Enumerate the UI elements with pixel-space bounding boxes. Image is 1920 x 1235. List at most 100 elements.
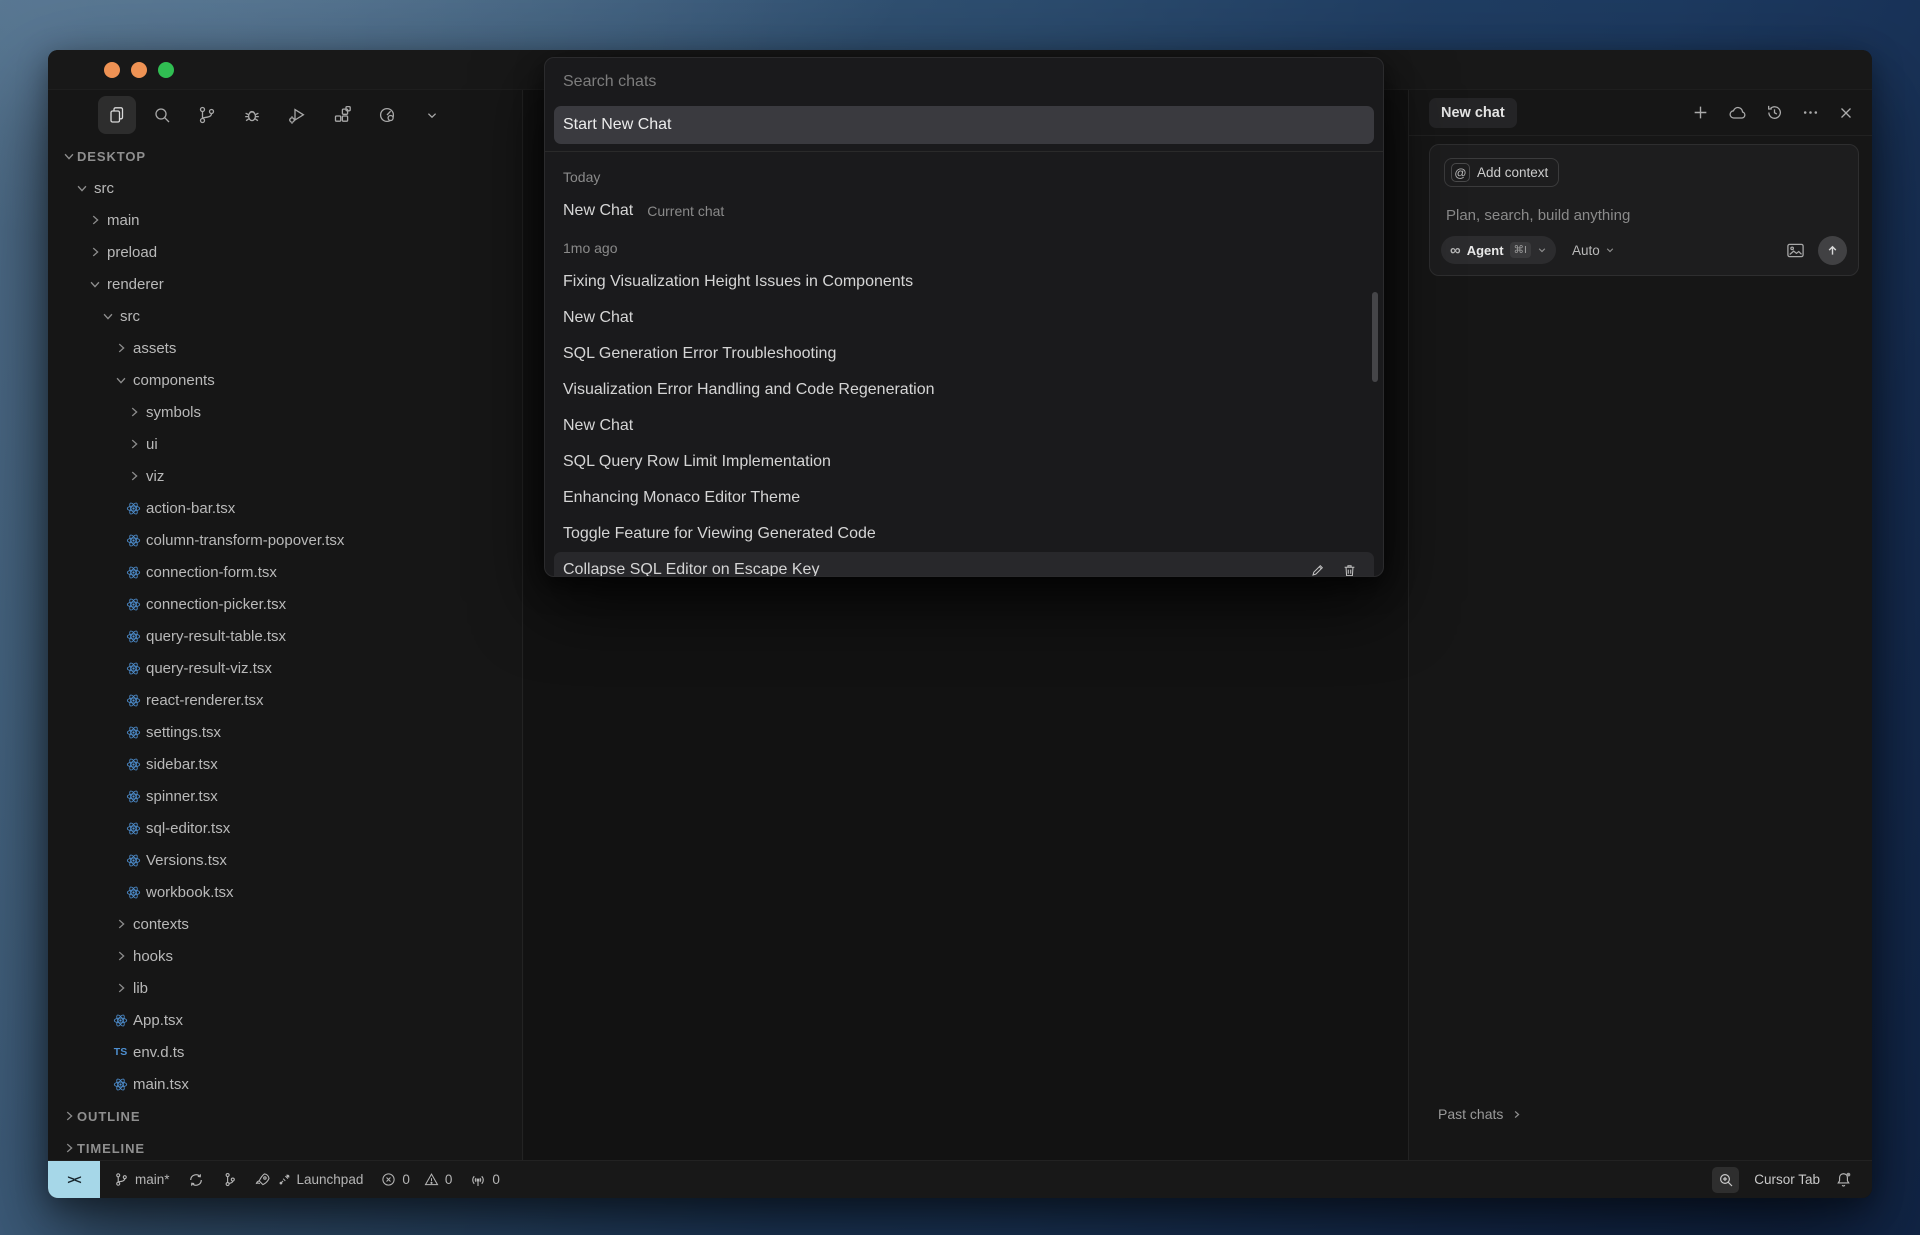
chat-row[interactable]: New Chat [545,300,1383,336]
chat-row[interactable]: SQL Generation Error Troubleshooting [545,336,1383,372]
cloud-icon[interactable] [1728,104,1747,121]
tree-item[interactable]: TS ui [48,428,522,460]
tree-item[interactable]: TS connection-form.tsx [48,556,522,588]
chat-row[interactable]: New Chat [545,408,1383,444]
tree-item[interactable]: TS hooks [48,940,522,972]
react-file-icon [125,724,142,740]
traffic-light-close[interactable] [104,62,120,78]
tree-item[interactable]: TS App.tsx [48,1004,522,1036]
traffic-light-minimize[interactable] [131,62,147,78]
new-chat-tab[interactable]: New chat [1429,98,1517,128]
past-chats-link[interactable]: Past chats [1438,1106,1522,1122]
tree-item[interactable]: TS workbook.tsx [48,876,522,908]
tree-item-label: main [107,212,140,229]
chat-input-placeholder[interactable]: Plan, search, build anything [1446,207,1630,224]
agent-mode-selector[interactable]: ∞ Agent ⌘I [1441,236,1556,264]
tree-item[interactable]: TS sql-editor.tsx [48,812,522,844]
new-chat-plus-icon[interactable] [1692,104,1709,121]
typescript-file-icon: TS [112,1044,129,1060]
tree-item[interactable]: TS assets [48,332,522,364]
more-views-chevron-icon[interactable] [413,96,451,134]
modal-scrollbar-thumb[interactable] [1372,292,1378,382]
tree-item[interactable]: TS main [48,204,522,236]
git-branch-item[interactable]: main* [114,1172,170,1187]
delete-chat-trash-icon[interactable] [1342,563,1357,577]
tree-item[interactable]: TS connection-picker.tsx [48,588,522,620]
chevron-icon [112,916,129,932]
tree-item[interactable]: TS column-transform-popover.tsx [48,524,522,556]
run-and-debug-icon[interactable] [278,96,316,134]
chat-row[interactable]: Collapse SQL Editor on Escape Key [554,552,1374,576]
chat-row[interactable]: Enhancing Monaco Editor Theme [545,480,1383,516]
tree-item[interactable]: TS Versions.tsx [48,844,522,876]
tree-item[interactable]: TS preload [48,236,522,268]
chat-row[interactable]: New Chat Current chat [545,193,1383,229]
chat-row[interactable]: SQL Query Row Limit Implementation [545,444,1383,480]
history-icon[interactable] [1766,104,1783,121]
chat-input-card[interactable]: @ Add context Plan, search, build anythi… [1429,144,1859,276]
tree-item-label: sidebar.tsx [146,756,218,773]
chat-row[interactable]: Fixing Visualization Height Issues in Co… [545,264,1383,300]
tree-item-label: action-bar.tsx [146,500,235,517]
zoom-button[interactable] [1712,1167,1739,1193]
remote-indicator[interactable]: >< [48,1161,100,1199]
tree-item[interactable]: TS env.d.ts [48,1036,522,1068]
tree-item[interactable]: TS query-result-table.tsx [48,620,522,652]
tree-item[interactable]: TS query-result-viz.tsx [48,652,522,684]
tree-item[interactable]: TS contexts [48,908,522,940]
tree-item[interactable]: TS src [48,172,522,204]
explorer-sidebar: DESKTOP TS src [48,90,523,1160]
tree-item[interactable]: TS action-bar.tsx [48,492,522,524]
chat-row[interactable]: Today [545,161,1383,193]
send-button[interactable] [1818,236,1847,265]
explorer-section-header[interactable]: DESKTOP [48,140,522,172]
problems-item[interactable]: 0 0 [381,1172,452,1187]
tree-item[interactable]: TS src [48,300,522,332]
tree-item[interactable]: TS lib [48,972,522,1004]
tree-item[interactable]: TS main.tsx [48,1068,522,1100]
traffic-light-zoom[interactable] [158,62,174,78]
chevron-icon [112,340,129,356]
cursor-tab-label[interactable]: Cursor Tab [1754,1172,1820,1187]
chat-input-right-actions [1786,236,1847,265]
rename-chat-pencil-icon[interactable] [1310,563,1325,577]
ports-item[interactable]: 0 [470,1172,500,1188]
search-icon[interactable] [143,96,181,134]
tree-item[interactable]: TS symbols [48,396,522,428]
tree-item[interactable]: TS viz [48,460,522,492]
outline-section-header[interactable]: OUTLINE [48,1100,522,1132]
chat-search-input[interactable] [561,72,1367,92]
tree-item[interactable]: TS spinner.tsx [48,780,522,812]
activity-bar [48,90,522,140]
model-label: Auto [1572,243,1600,258]
timeline-section-header[interactable]: TIMELINE [48,1132,522,1160]
launchpad-item[interactable]: Launchpad [255,1172,364,1188]
tree-item[interactable]: TS react-renderer.tsx [48,684,522,716]
tree-item[interactable]: TS renderer [48,268,522,300]
add-context-chip[interactable]: @ Add context [1444,158,1559,187]
tree-item[interactable]: TS settings.tsx [48,716,522,748]
chevron-right-icon [60,1140,77,1156]
close-panel-icon[interactable] [1838,105,1854,121]
chat-row[interactable]: Toggle Feature for Viewing Generated Cod… [545,516,1383,552]
start-new-chat-option[interactable]: Start New Chat [554,106,1374,144]
react-file-icon [125,692,142,708]
chat-history-list: Today New Chat Current chat [545,152,1383,576]
model-selector[interactable]: Auto [1572,243,1615,258]
tree-item[interactable]: TS sidebar.tsx [48,748,522,780]
attach-image-icon[interactable] [1786,242,1805,259]
explorer-icon[interactable] [98,96,136,134]
chat-title: Toggle Feature for Viewing Generated Cod… [563,525,876,543]
remote-explorer-icon[interactable] [368,96,406,134]
sync-icon[interactable] [188,1172,204,1188]
notifications-bell-icon[interactable] [1835,1171,1852,1188]
source-control-icon[interactable] [188,96,226,134]
more-options-icon[interactable] [1802,104,1819,121]
compare-changes-icon[interactable] [222,1172,237,1187]
extensions-icon[interactable] [323,96,361,134]
tree-item[interactable]: TS components [48,364,522,396]
debug-icon[interactable] [233,96,271,134]
warning-count: 0 [445,1172,453,1187]
chat-row[interactable]: 1mo ago [545,232,1383,264]
chat-row[interactable]: Visualization Error Handling and Code Re… [545,372,1383,408]
